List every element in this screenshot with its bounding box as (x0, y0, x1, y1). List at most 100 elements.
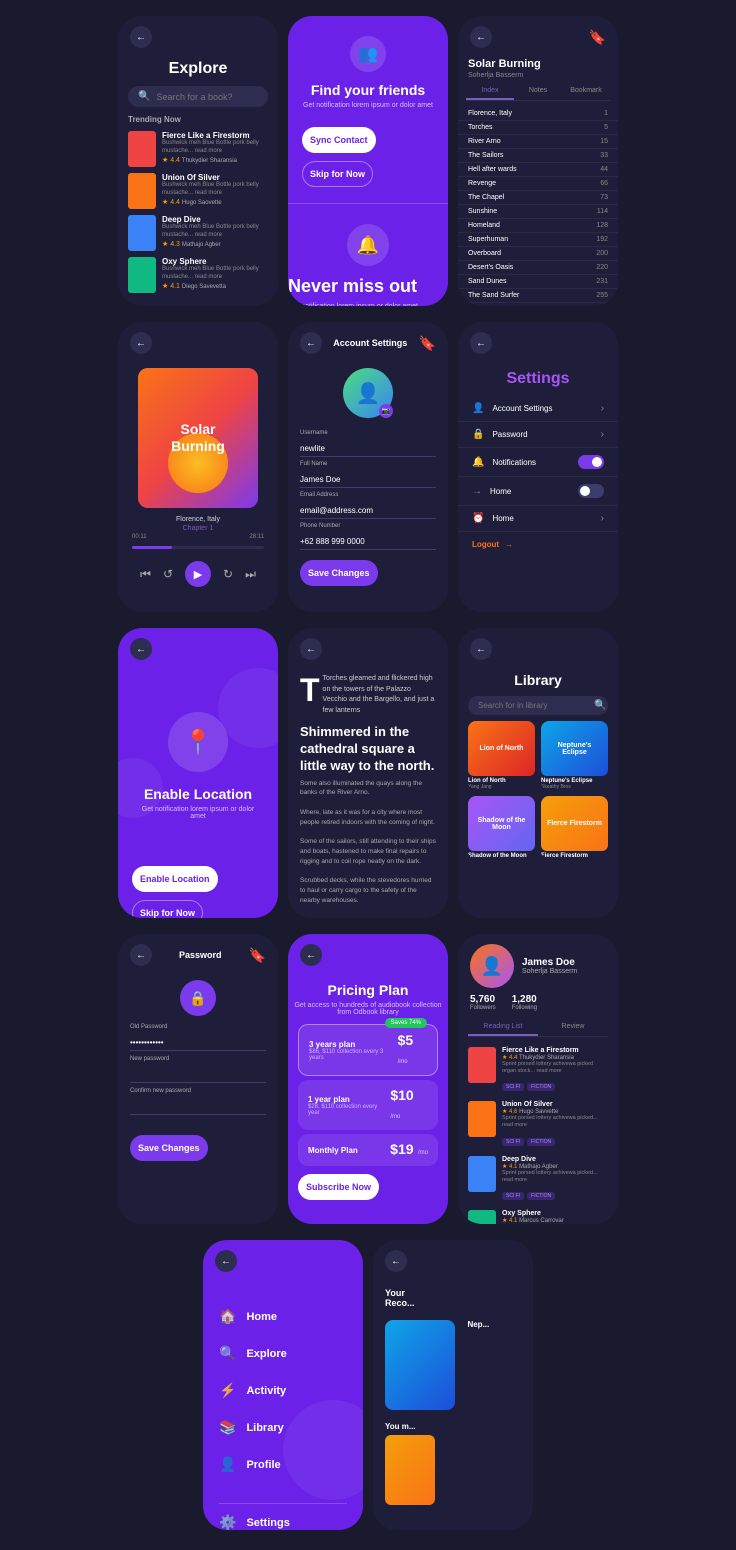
username-input[interactable] (300, 441, 436, 457)
home-toggle[interactable] (578, 484, 604, 498)
email-field: Email Address (300, 492, 436, 519)
fullname-input[interactable] (300, 472, 436, 488)
sync-contact-button[interactable]: Sync Contact (302, 127, 376, 153)
back-button[interactable]: ← (130, 26, 152, 48)
profile-handle: Soherlja Basserm (522, 968, 577, 975)
settings-home-item-1[interactable]: → Home (458, 477, 618, 506)
back-button[interactable]: ← (385, 1250, 407, 1272)
explore-search-bar[interactable]: 🔍 (128, 86, 268, 107)
list-item: Shadow of the Moon Shadow of the Moon (468, 796, 535, 859)
back-button[interactable]: ← (300, 332, 322, 354)
save-password-button[interactable]: Save Changes (130, 1135, 208, 1161)
skip-forward-button[interactable]: ⏭ (245, 567, 256, 582)
save-changes-button[interactable]: Save Changes (300, 560, 378, 586)
search-icon: 🔍 (138, 91, 150, 102)
book-title: Solar Burning (458, 54, 618, 72)
clock-icon: ⏰ (472, 513, 484, 524)
back-button[interactable]: ← (215, 1250, 237, 1272)
book-rating: ★ 4.1 Diego Savevetta (162, 282, 268, 290)
rewind-button[interactable]: ↺ (163, 567, 173, 581)
library-grid: Lion of North Lion of North Yang Jang Ne… (458, 721, 618, 859)
forward-button[interactable]: ↻ (223, 567, 233, 581)
tab-bookmark[interactable]: Bookmark (562, 83, 610, 100)
reading-content: T Torches gleamed and flickered high on … (288, 666, 448, 916)
back-button[interactable]: ← (130, 638, 152, 660)
back-button[interactable]: ← (470, 26, 492, 48)
notifications-toggle[interactable] (578, 455, 604, 469)
pricing-subtitle: Get access to hundreds of audiobook coll… (288, 1002, 448, 1016)
pricing-plan-3year[interactable]: Saves 74% 3 years plan $86, $110 collect… (298, 1024, 438, 1076)
search-input[interactable] (156, 92, 273, 102)
library-search-input[interactable] (478, 701, 588, 710)
tab-review[interactable]: Review (538, 1019, 608, 1036)
nav-item-home[interactable]: 🏠 Home (219, 1298, 347, 1335)
settings-notifications-item[interactable]: 🔔 Notifications (458, 448, 618, 477)
card-account-settings: ← Account Settings 🔖 👤 📷 Username Full N… (288, 322, 448, 612)
email-input[interactable] (300, 503, 436, 519)
avatar: 👤 📷 (343, 368, 393, 418)
page-title: Account Settings (333, 338, 407, 348)
enable-location-button[interactable]: Enable Location (132, 866, 218, 892)
list-item: Superhuman192 (458, 233, 618, 247)
list-item: Neptune's Eclipse Neptune's Eclipse Skea… (541, 721, 608, 790)
nav-item-explore[interactable]: 🔍 Explore (219, 1335, 347, 1372)
book-chapter: Chapter 1 (118, 525, 278, 532)
time-current: 00:11 (132, 534, 147, 540)
progress-bar[interactable] (132, 546, 264, 549)
play-button[interactable]: ▶ (185, 561, 211, 587)
subscribe-button[interactable]: Subscribe Now (298, 1174, 379, 1200)
settings-account-item[interactable]: 👤 Account Settings › (458, 396, 618, 422)
pricing-plan-monthly[interactable]: Monthly Plan $19 /mo (298, 1134, 438, 1166)
back-button[interactable]: ← (470, 638, 492, 660)
logout-arrow-icon: → (505, 540, 513, 549)
location-icon: 📍 (168, 712, 228, 772)
camera-icon[interactable]: 📷 (379, 404, 393, 418)
page-title: Password (179, 950, 222, 960)
following-count: 1,280 (512, 994, 537, 1005)
logout-button[interactable]: Logout → (458, 532, 618, 557)
back-button[interactable]: ← (130, 944, 152, 966)
lock-icon: 🔒 (472, 429, 484, 440)
solar-book-title: SolarBurning (161, 421, 235, 455)
tab-reading-list[interactable]: Reading List (468, 1019, 538, 1036)
card-settings: ← Settings 👤 Account Settings › 🔒 Passwo… (458, 322, 618, 612)
progress-fill (132, 546, 172, 549)
library-search-bar[interactable]: 🔍 (468, 696, 608, 715)
list-item: Fierce Like a Firestorm Bushwick meh Blu… (118, 128, 278, 170)
list-item: Desert's Oasis220 (458, 261, 618, 275)
profile-name: James Doe (522, 957, 577, 968)
confirm-password-input[interactable] (130, 1099, 266, 1115)
tab-notes[interactable]: Notes (514, 83, 562, 100)
username-field: Username (300, 430, 436, 457)
skip-location-button[interactable]: Skip for Now (132, 900, 203, 918)
settings-icon: ⚙️ (219, 1514, 236, 1530)
back-button[interactable]: ← (300, 944, 322, 966)
back-button[interactable]: ← (300, 638, 322, 660)
home-icon: → (472, 486, 482, 497)
book-cover (468, 1156, 496, 1192)
tab-index[interactable]: Index (466, 83, 514, 100)
pricing-plan-1year[interactable]: 1 year plan $28, $110 collection every y… (298, 1080, 438, 1130)
book-cover (468, 1210, 496, 1224)
settings-password-item[interactable]: 🔒 Password › (458, 422, 618, 448)
back-button[interactable]: ← (130, 332, 152, 354)
nav-item-settings[interactable]: ⚙️ Settings (203, 1504, 363, 1530)
bell-icon: 🔔 (347, 224, 389, 266)
book-rating: ★ 4.4 Hugo Saovette (162, 198, 268, 206)
nav-label-explore: Explore (246, 1348, 286, 1360)
list-item: Overboard200 (458, 247, 618, 261)
card-reading: ← T Torches gleamed and flickered high o… (288, 628, 448, 918)
profile-stats: 5,760 Followers 1,280 Following (458, 994, 618, 1019)
old-password-input[interactable] (130, 1035, 266, 1051)
tabs-bar: Index Notes Bookmark (466, 83, 610, 101)
back-button[interactable]: ← (470, 332, 492, 354)
new-password-input[interactable] (130, 1067, 266, 1083)
settings-home-item-2[interactable]: ⏰ Home › (458, 506, 618, 532)
skip-button[interactable]: Skip for Now (302, 161, 373, 187)
phone-input[interactable] (300, 534, 436, 550)
skip-back-button[interactable]: ⏮ (140, 567, 151, 582)
reading-heading: Shimmered in the cathedral square a litt… (300, 724, 436, 775)
list-item: Sand Dunes231 (458, 275, 618, 289)
list-item: Fierce Like a Firestorm ★ 4.4 Thukydier … (458, 1043, 618, 1097)
card-explore: ← Explore 🔍 Trending Now Fierce Like a F… (118, 16, 278, 306)
